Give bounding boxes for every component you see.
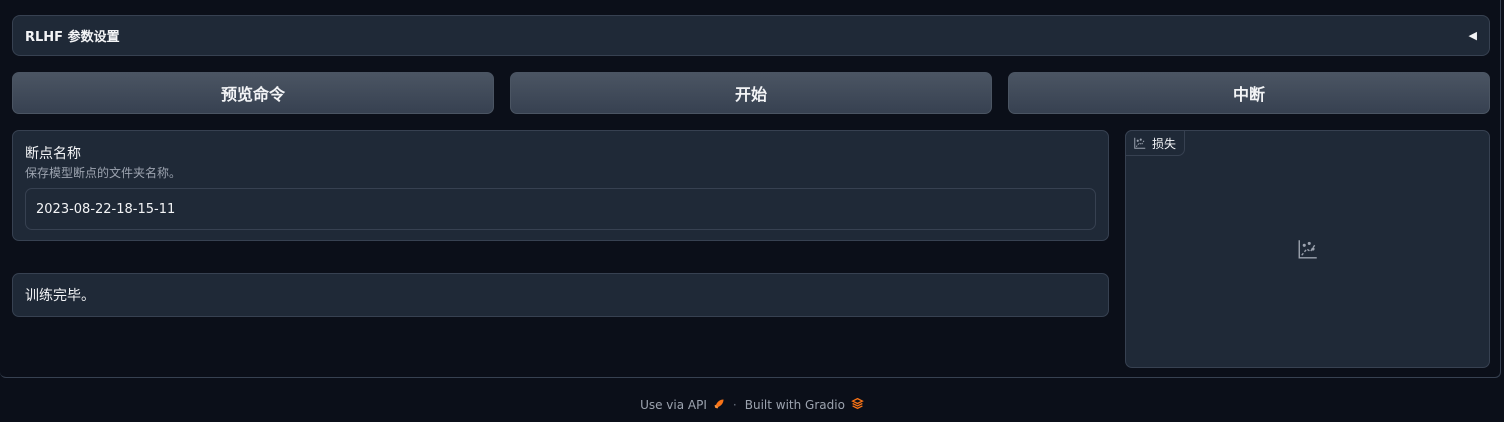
preview-command-button[interactable]: 预览命令 bbox=[12, 72, 494, 114]
gradio-logo-icon bbox=[851, 397, 864, 413]
footer: Use via API · Built with Gradio bbox=[0, 395, 1504, 415]
empty-plot-icon bbox=[1298, 239, 1318, 263]
output-status-box: 训练完毕。 bbox=[12, 273, 1109, 317]
rlhf-settings-accordion[interactable]: RLHF 参数设置 ◀ bbox=[12, 15, 1490, 56]
use-via-api-link[interactable]: Use via API bbox=[640, 398, 725, 413]
collapse-arrow-icon[interactable]: ◀ bbox=[1469, 29, 1477, 42]
accordion-title: RLHF 参数设置 bbox=[25, 30, 120, 45]
chart-icon bbox=[1134, 134, 1146, 153]
main-block: RLHF 参数设置 ◀ 预览命令 开始 中断 断点名称 保存模型断点的文件夹名称… bbox=[0, 0, 1501, 378]
built-with-gradio-link[interactable]: Built with Gradio bbox=[745, 397, 864, 413]
checkpoint-name-input[interactable] bbox=[25, 188, 1096, 230]
rocket-icon bbox=[713, 398, 725, 413]
start-button[interactable]: 开始 bbox=[510, 72, 992, 114]
stop-button[interactable]: 中断 bbox=[1008, 72, 1490, 114]
built-with-gradio-text: Built with Gradio bbox=[744, 398, 845, 412]
checkpoint-name-info: 保存模型断点的文件夹名称。 bbox=[25, 166, 182, 180]
plot-label-text: 损失 bbox=[1152, 136, 1177, 151]
use-via-api-text: Use via API bbox=[640, 398, 707, 412]
plot-label: 损失 bbox=[1125, 130, 1186, 156]
footer-separator: · bbox=[732, 398, 737, 412]
loss-plot: 损失 bbox=[1125, 130, 1490, 368]
checkpoint-name-block: 断点名称 保存模型断点的文件夹名称。 bbox=[12, 130, 1109, 241]
status-text: 训练完毕。 bbox=[25, 288, 95, 304]
checkpoint-name-label: 断点名称 bbox=[25, 146, 81, 162]
